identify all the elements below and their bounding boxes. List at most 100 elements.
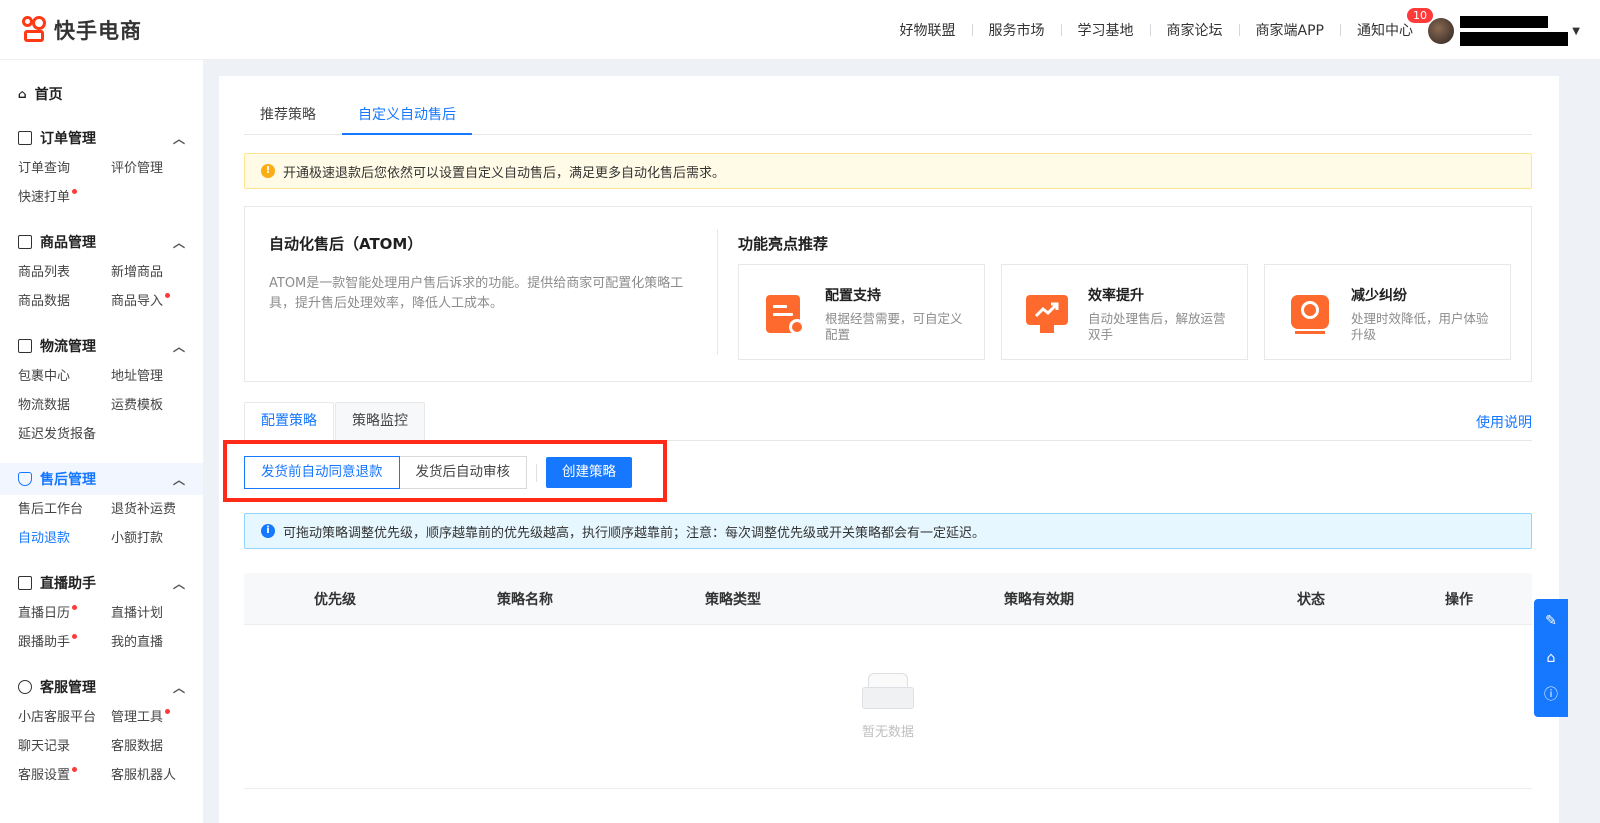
sidebar-item-live-plan[interactable]: 直播计划	[111, 599, 203, 628]
chevron-up-icon: ︿	[172, 339, 185, 354]
graduation-cap-icon[interactable]: ⌂	[1542, 649, 1560, 667]
edit-icon[interactable]: ✎	[1542, 612, 1560, 630]
feature-card-config: 配置支持 根据经营需要，可自定义配置	[738, 264, 985, 360]
nav-item-affiliate[interactable]: 好物联盟	[884, 20, 972, 40]
sidebar-item-label: 商品导入	[111, 294, 164, 309]
top-header: 快手电商 好物联盟 服务市场 学习基地 商家论坛 商家端APP 通知中心 10 …	[0, 0, 1600, 60]
feature-title: 减少纠纷	[1351, 288, 1407, 304]
redacted-user-name	[1460, 16, 1569, 46]
sidebar-item-quick-print[interactable]: 快速打单	[18, 183, 111, 212]
feature-title: 效率提升	[1088, 288, 1144, 304]
sidebar-item-label: 客服设置	[18, 768, 71, 783]
sidebar-item-delay-report[interactable]: 延迟发货报备	[18, 420, 111, 449]
feature-title: 配置支持	[825, 288, 881, 304]
column-header: 优先级	[314, 591, 356, 608]
atom-title: 自动化售后（ATOM）	[269, 235, 423, 253]
sidebar-item-product-data[interactable]: 商品数据	[18, 287, 111, 316]
new-dot-badge	[72, 605, 77, 610]
sidebar-item-cs-robot[interactable]: 客服机器人	[111, 761, 203, 790]
tab-custom-auto-aftersales[interactable]: 自定义自动售后	[342, 98, 472, 135]
sidebar-item-cs-data[interactable]: 客服数据	[111, 732, 203, 761]
warning-icon: !	[261, 164, 275, 178]
tab-recommended[interactable]: 推荐策略	[244, 98, 332, 135]
sidebar-item-product-import[interactable]: 商品导入	[111, 287, 203, 316]
warning-notice: ! 开通极速退款后您依然可以设置自定义自动售后，满足更多自动化售后需求。	[244, 153, 1532, 189]
truck-icon	[18, 339, 32, 353]
info-icon: i	[261, 524, 275, 538]
avatar	[1428, 18, 1455, 44]
sidebar-item-review[interactable]: 评价管理	[111, 154, 203, 183]
sidebar: ⌂ 首页 订单管理 ︿ 订单查询 评价管理 快速打单 商品管理 ︿ 商品列表 新…	[0, 60, 203, 823]
nav-item-service-market[interactable]: 服务市场	[973, 20, 1061, 40]
column-header: 策略有效期	[1004, 591, 1074, 608]
new-dot-badge	[72, 634, 77, 639]
sidebar-item-label: 跟播助手	[18, 635, 71, 650]
sidebar-group-title[interactable]: 客服管理 ︿	[0, 671, 203, 703]
chevron-up-icon: ︿	[172, 131, 185, 146]
sidebar-item-chat-history[interactable]: 聊天记录	[18, 732, 111, 761]
user-menu[interactable]: ▼	[1428, 16, 1580, 46]
sidebar-item-cs-platform[interactable]: 小店客服平台	[18, 703, 111, 732]
caret-down-icon: ▼	[1572, 25, 1580, 37]
nav-item-notifications[interactable]: 通知中心 10	[1341, 8, 1433, 40]
sidebar-item-label: 管理工具	[111, 710, 164, 725]
sidebar-item-small-payment[interactable]: 小额打款	[111, 524, 203, 553]
new-dot-badge	[72, 189, 77, 194]
nav-item-app[interactable]: 商家端APP	[1240, 20, 1340, 40]
sidebar-item-return-freight[interactable]: 退货补运费	[111, 495, 203, 524]
trend-chart-icon	[1026, 293, 1068, 335]
tab-config-strategy[interactable]: 配置策略	[244, 402, 334, 441]
sidebar-group-customer-service: 客服管理 ︿ 小店客服平台 管理工具 聊天记录 客服数据 客服设置 客服机器人	[0, 671, 203, 790]
features-title: 功能亮点推荐	[738, 235, 829, 253]
sidebar-item-live-calendar[interactable]: 直播日历	[18, 599, 111, 628]
sidebar-group-title[interactable]: 订单管理 ︿	[0, 122, 203, 154]
sidebar-item-address[interactable]: 地址管理	[111, 362, 203, 391]
sidebar-group-orders: 订单管理 ︿ 订单查询 评价管理 快速打单	[0, 122, 203, 212]
sidebar-item-my-live[interactable]: 我的直播	[111, 628, 203, 657]
tab-strategy-monitor[interactable]: 策略监控	[335, 402, 425, 441]
empty-inbox-icon	[862, 673, 914, 709]
sidebar-item-order-query[interactable]: 订单查询	[18, 154, 111, 183]
sidebar-item-live-assistant[interactable]: 跟播助手	[18, 628, 111, 657]
video-icon	[18, 576, 32, 590]
help-link[interactable]: 使用说明	[1476, 412, 1532, 432]
sidebar-group-title[interactable]: 商品管理 ︿	[0, 226, 203, 258]
order-icon	[18, 131, 32, 145]
logo[interactable]: 快手电商	[22, 15, 142, 45]
sidebar-item-home[interactable]: ⌂ 首页	[18, 84, 203, 104]
column-header: 策略名称	[497, 591, 553, 608]
sidebar-item-auto-refund[interactable]: 自动退款	[18, 524, 111, 553]
divider	[717, 229, 718, 355]
info-text: 可拖动策略调整优先级，顺序越靠前的优先级越高，执行顺序越靠前；注意：每次调整优先…	[283, 525, 986, 541]
sidebar-group-title[interactable]: 直播助手 ︿	[0, 567, 203, 599]
top-nav: 好物联盟 服务市场 学习基地 商家论坛 商家端APP 通知中心 10	[884, 0, 1433, 60]
info-circle-icon[interactable]: ⓘ	[1542, 686, 1560, 704]
sidebar-item-package-center[interactable]: 包裹中心	[18, 362, 111, 391]
atom-intro-card: 自动化售后（ATOM） ATOM是一款智能处理用户售后诉求的功能。提供给商家可配…	[244, 206, 1532, 382]
nav-item-forum[interactable]: 商家论坛	[1151, 20, 1239, 40]
strategy-table: 优先级 策略名称 策略类型 策略有效期 状态 操作 暂无数据	[244, 573, 1532, 789]
sidebar-group-title[interactable]: 售后管理 ︿	[0, 463, 203, 495]
nav-item-learning[interactable]: 学习基地	[1062, 20, 1150, 40]
new-dot-badge	[165, 293, 170, 298]
sidebar-item-aftersales-workbench[interactable]: 售后工作台	[18, 495, 111, 524]
sidebar-group-products: 商品管理 ︿ 商品列表 新增商品 商品数据 商品导入	[0, 226, 203, 316]
new-dot-badge	[72, 767, 77, 772]
sidebar-item-logistics-data[interactable]: 物流数据	[18, 391, 111, 420]
feature-description: 自动处理售后，解放运营双手	[1088, 311, 1226, 342]
config-document-icon	[763, 293, 805, 335]
column-header: 操作	[1445, 591, 1473, 608]
sidebar-item-shipping-template[interactable]: 运费模板	[111, 391, 203, 420]
bag-icon	[18, 235, 32, 249]
sidebar-item-cs-tools[interactable]: 管理工具	[111, 703, 203, 732]
sidebar-item-add-product[interactable]: 新增商品	[111, 258, 203, 287]
sidebar-item-cs-settings[interactable]: 客服设置	[18, 761, 111, 790]
sidebar-item-product-list[interactable]: 商品列表	[18, 258, 111, 287]
sidebar-group-title[interactable]: 物流管理 ︿	[0, 330, 203, 362]
empty-state: 暂无数据	[244, 625, 1532, 789]
chevron-up-icon: ︿	[172, 576, 185, 591]
table-header: 优先级 策略名称 策略类型 策略有效期 状态 操作	[244, 573, 1532, 625]
group-label: 物流管理	[40, 339, 96, 355]
sidebar-group-aftersales: 售后管理 ︿ 售后工作台 退货补运费 自动退款 小额打款	[0, 463, 203, 553]
sidebar-item-label: 直播日历	[18, 606, 71, 621]
